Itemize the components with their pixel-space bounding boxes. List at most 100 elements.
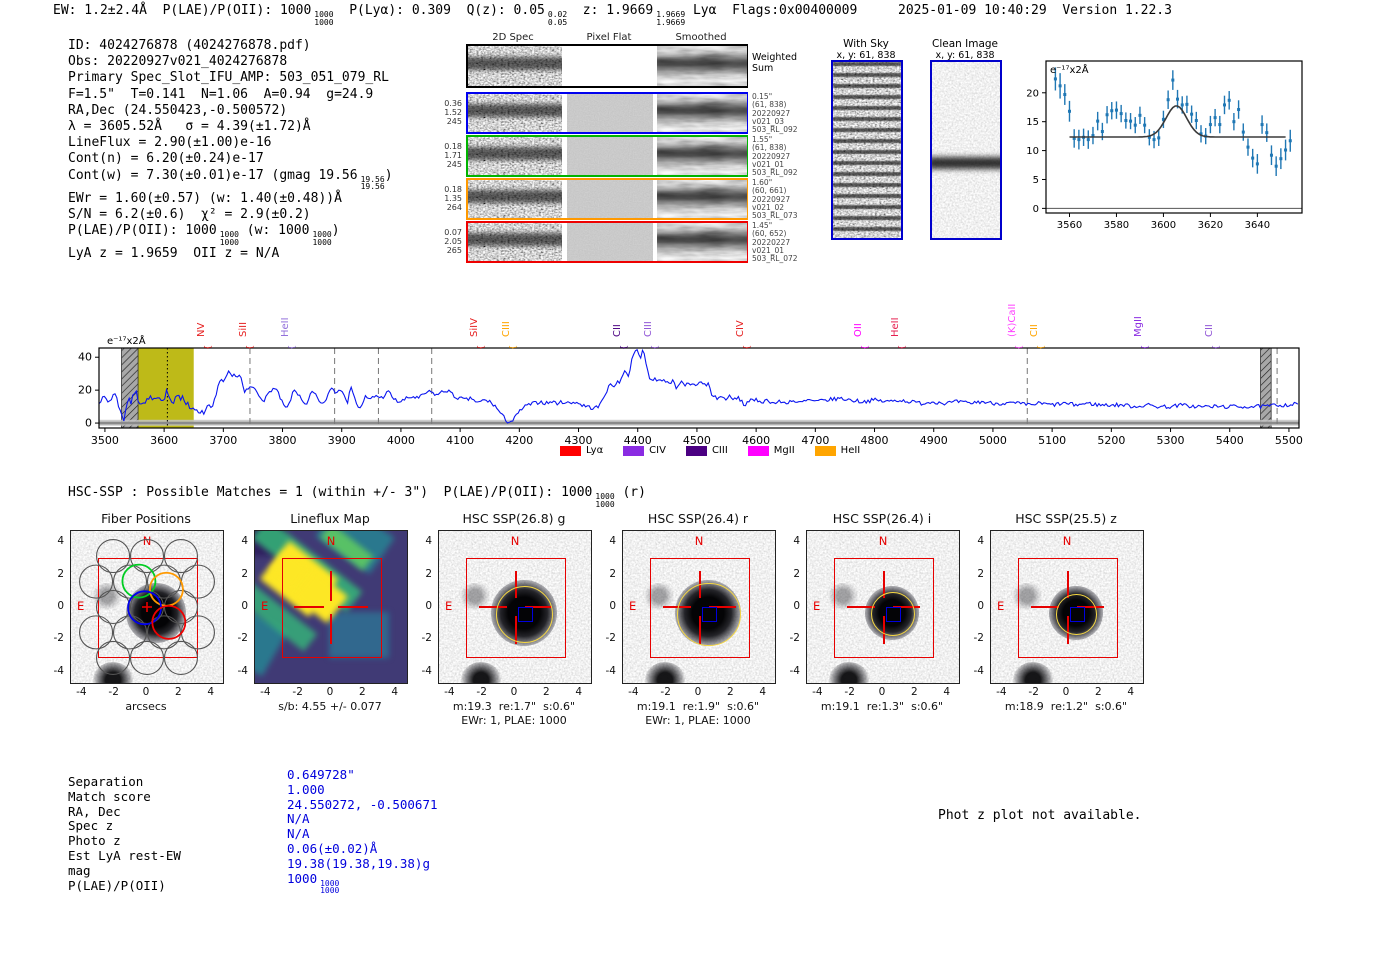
cutout-xtick: -4 [76, 686, 87, 698]
data-point [1133, 123, 1137, 127]
line-bracket: { [1036, 344, 1046, 350]
match-label: Photo z [68, 833, 121, 849]
info-segment: F=1.5" T=0.141 N=1.06 A=0.94 g=24.9 [68, 86, 374, 102]
header-datetime-version: 2025-01-09 10:40:29 Version 1.22.3 [898, 3, 1172, 18]
cutout-caption: m:19.3 re:1.7" s:0.6" [452, 700, 576, 713]
selected-fiber-circle [149, 571, 184, 607]
fraction-part: 0.05 [547, 17, 568, 27]
cutout-xtick: 4 [943, 686, 951, 698]
legend-label: Lyα [586, 445, 604, 456]
crosshair-v [330, 570, 332, 601]
col-header-pixelflat: Pixel Flat [586, 32, 632, 43]
emission-line-label: CII [1029, 324, 1041, 337]
cutout-ytick: -4 [237, 664, 248, 677]
match-value: 24.550272, -0.500671 [287, 797, 438, 812]
x-tick-label: 3700 [209, 434, 237, 447]
data-point [1124, 119, 1128, 123]
cutout-image-lineflux: NE [254, 530, 408, 684]
spec2d-cell-spec [468, 137, 562, 175]
info-segment: EWr = 1.60(±0.57) (w: 1.40(±0.48))Å [68, 190, 342, 206]
crosshair-h [294, 606, 324, 608]
x-tick-label: 3900 [328, 434, 356, 447]
cutout-caption2: EWr: 1, PLAE: 1000 [461, 714, 567, 727]
cutout-xtick: 2 [542, 686, 550, 698]
cutout-image-img: NE [990, 530, 1144, 684]
compass-north: N [510, 534, 520, 548]
left-label: 265 [446, 246, 462, 255]
legend-item: MgII [747, 445, 795, 456]
trace-band [468, 56, 562, 70]
data-point [1166, 98, 1170, 102]
data-point [1246, 145, 1250, 149]
legend-item: HeII [814, 445, 861, 456]
spec2d-cell-spec [468, 46, 562, 86]
data-point [1194, 119, 1198, 123]
cleanimage-image [930, 60, 1002, 240]
cutout-ytick: 0 [609, 600, 616, 612]
x-tick-label: 5500 [1275, 434, 1303, 447]
spec2d-right-labels: Weighted Sum [752, 52, 812, 74]
cutout-ytick: 2 [977, 567, 984, 580]
spec2d-cell-white [567, 46, 653, 86]
trace-band [657, 103, 747, 117]
data-point [1227, 98, 1231, 102]
x-tick-label: 5100 [1038, 434, 1066, 447]
x-tick-label: 3500 [91, 434, 119, 447]
cutout-ytick: 4 [977, 535, 984, 548]
emission-line-label: CIII [501, 321, 513, 337]
cleanimage-title: Clean Image [931, 38, 999, 50]
crosshair-h [338, 606, 368, 608]
match-value: 1.000 [287, 782, 325, 797]
elixer-report-page: EW: 1.2±2.4Å P(LAE)/P(OII): 1000 1000 1000… [0, 0, 1400, 953]
fraction-part: 1000 [219, 237, 239, 247]
cutout-ytick: 0 [977, 600, 984, 612]
cutout-title: HSC SSP(26.8) g [462, 511, 566, 526]
data-point [1190, 112, 1194, 116]
data-point [1279, 157, 1283, 161]
legend-label: HeII [840, 445, 861, 456]
svg [567, 137, 653, 175]
cutout-ytick: 2 [793, 567, 800, 580]
x-tick-label: 3800 [269, 434, 297, 447]
info-segment: Primary Spec_Slot_IFU_AMP: 503_051_079_R… [68, 70, 389, 86]
data-point [1119, 112, 1123, 116]
y-tick-label: 20 [1026, 88, 1039, 99]
x-tick-label: 3620 [1198, 220, 1223, 231]
y-tick-label: 20 [78, 384, 92, 397]
noise-texture [567, 94, 653, 132]
fiber-circle [163, 640, 199, 675]
emission-line-fit-plot: 0 5 10 15 20 3560 3580 3600 3620 3640 e⁻¹⁷x2Å [1026, 60, 1303, 231]
header-summary-line: EW: 1.2±2.4Å P(LAE)/P(OII): 1000 1000 1000… [53, 3, 857, 26]
cutout-image-img: NE [438, 530, 592, 684]
sky-lines-texture [833, 62, 901, 238]
aperture-box [282, 558, 382, 658]
withsky-title: With Sky [843, 38, 889, 50]
emission-line-label: HeII [279, 317, 291, 337]
data-point [1260, 123, 1264, 127]
spec2d-cell-smooth [657, 180, 747, 218]
info-line: RA,Dec (24.550423,-0.500572) [68, 103, 393, 119]
x-tick-label: 5200 [1097, 434, 1125, 447]
left-label: 0.07 [444, 228, 462, 237]
data-point [1143, 123, 1147, 127]
legend-label: CIII [711, 445, 728, 456]
info-segment: (w: 1000 [238, 223, 310, 239]
trace-band [468, 189, 562, 203]
match-label: Match score [68, 788, 151, 804]
cutout-ytick: 4 [793, 535, 800, 548]
match-label: P(LAE)/P(OII) [68, 877, 166, 893]
spec2d-cell-smooth [657, 94, 747, 132]
emission-line-label: OII [852, 323, 864, 337]
cutout-ytick: 2 [425, 567, 432, 580]
noise-texture [567, 137, 653, 175]
data-point [1114, 108, 1118, 112]
x-tick-label: 3600 [150, 434, 178, 447]
fiber-circle [79, 564, 114, 599]
emission-line-label: (K)CaII [1007, 303, 1019, 337]
cutout-ytick: -2 [237, 632, 248, 645]
line-bracket: { [508, 344, 518, 350]
cutout-xtick: 2 [358, 686, 366, 698]
cutout-ytick: -4 [605, 664, 616, 677]
spec2d-right-labels: 0.15" (61, 838) 20220927 v021_03 503_RL_092 [752, 92, 812, 134]
header-segment: EW: 1.2±2.4Å P(LAE)/P(OII): 1000 [53, 3, 312, 18]
